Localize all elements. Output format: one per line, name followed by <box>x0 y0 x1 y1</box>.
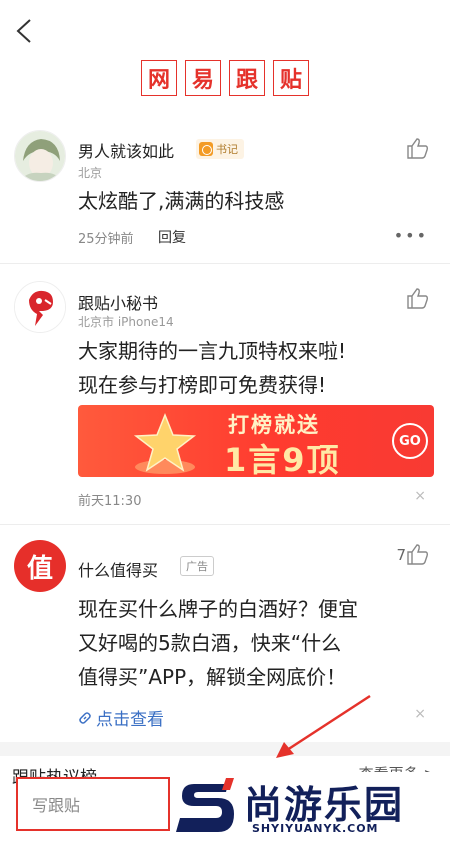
user-badge: 书记 <box>196 139 244 159</box>
link-label[interactable]: 点击查看 <box>96 705 164 730</box>
title-char: 贴 <box>273 60 309 96</box>
watermark-brand: 尚游乐园 <box>244 783 405 827</box>
username[interactable]: 跟贴小秘书 <box>78 290 158 314</box>
star-trophy-icon <box>133 412 197 474</box>
comment-text-line: 现在参与打榜即可免费获得! <box>78 373 327 397</box>
back-icon[interactable] <box>14 18 36 44</box>
thumbs-up-icon[interactable] <box>406 137 430 159</box>
comment-text-line: 大家期待的一言九顶特权来啦! <box>78 339 347 363</box>
user-location: 北京 <box>78 166 103 180</box>
banner-title: 1言9顶 <box>224 441 341 477</box>
thumbs-up-icon[interactable] <box>406 287 430 309</box>
comment-text: 太炫酷了,满满的科技感 <box>78 189 285 213</box>
comment-time: 25分钟前 <box>78 232 134 247</box>
badge-label: 书记 <box>216 143 238 156</box>
title-char: 跟 <box>229 60 265 96</box>
annotation-arrow <box>276 694 371 758</box>
comment-text-line: 现在买什么牌子的白酒好？便宜 <box>78 597 358 621</box>
comment-text-line: 又好喝的5款白酒，快来“什么 <box>78 631 342 655</box>
avatar-char: 值 <box>26 553 53 584</box>
close-icon[interactable]: × <box>414 706 426 722</box>
divider <box>0 263 450 264</box>
promo-banner[interactable]: 打榜就送 1言9顶 GO <box>78 405 434 477</box>
comment-text-line: 值得买”APP，解锁全网底价！ <box>78 665 347 689</box>
title-char: 易 <box>185 60 221 96</box>
like-count: 7 <box>396 546 406 564</box>
ad-tag: 广告 <box>180 556 214 576</box>
username[interactable]: 男人就该如此 <box>78 138 174 162</box>
reply-button[interactable]: 回复 <box>158 227 186 247</box>
more-icon[interactable]: ••• <box>394 226 428 245</box>
watermark-url: SHYIYUANYK.COM <box>252 822 379 835</box>
comment-text: 现在买什么牌子的白酒好？便宜 又好喝的5款白酒，快来“什么 值得买”APP，解锁… <box>78 592 428 694</box>
comment-time: 前天11:30 <box>78 494 142 509</box>
divider <box>0 524 450 525</box>
link-icon <box>79 711 91 724</box>
avatar[interactable]: 值 <box>14 540 66 592</box>
brand-logo-icon <box>176 778 234 832</box>
avatar[interactable] <box>14 130 66 182</box>
watermark: 尚游乐园 SHYIYUANYK.COM <box>170 772 450 845</box>
comment-text: 大家期待的一言九顶特权来啦! 现在参与打榜即可免费获得! <box>78 334 428 402</box>
thumbs-up-icon[interactable] <box>406 543 430 565</box>
banner-go-button[interactable]: GO <box>392 423 428 459</box>
username[interactable]: 什么值得买 <box>78 557 158 581</box>
avatar[interactable] <box>14 281 66 333</box>
badge-icon <box>199 142 213 156</box>
close-icon[interactable]: × <box>414 488 426 504</box>
page-title: 网 易 跟 贴 <box>0 60 450 96</box>
user-location: 北京市 iPhone14 <box>78 315 174 329</box>
title-char: 网 <box>141 60 177 96</box>
section-gap <box>0 742 450 756</box>
view-link[interactable]: 点击查看 <box>78 705 164 730</box>
comment-input[interactable]: 写跟贴 <box>16 777 170 831</box>
